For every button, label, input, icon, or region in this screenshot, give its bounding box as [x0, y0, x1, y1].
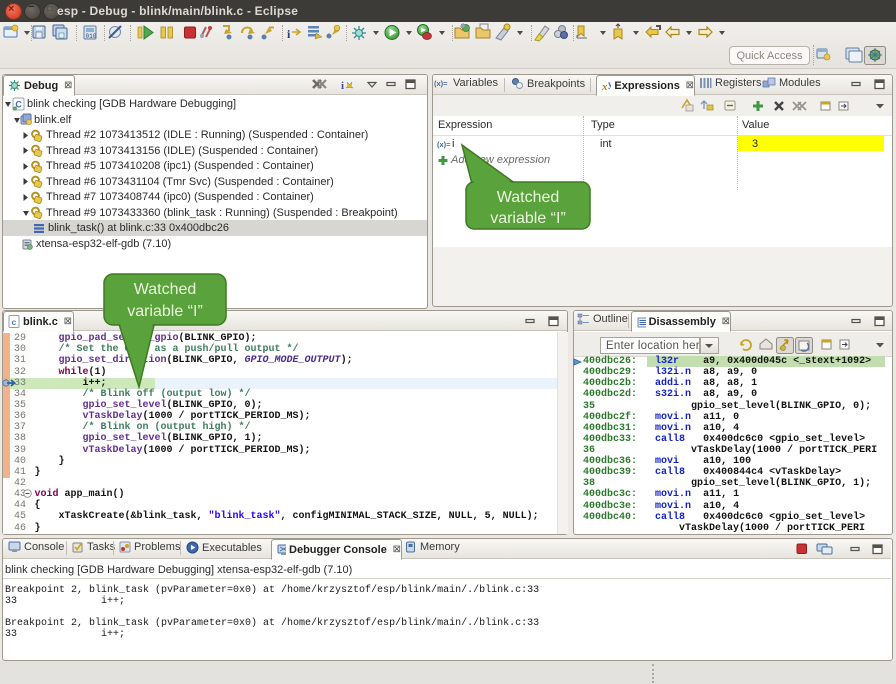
svg-text:variable “I”: variable “I” [127, 303, 203, 320]
svg-text:i: i [287, 27, 291, 41]
svg-text:variable “I”: variable “I” [490, 210, 566, 227]
svg-text:c: c [12, 317, 17, 327]
svg-text:Watched: Watched [134, 281, 197, 298]
svg-text:i: i [341, 80, 344, 92]
svg-text:(x)=: (x)= [434, 79, 448, 88]
svg-text:Watched: Watched [497, 189, 560, 206]
svg-text:010: 010 [86, 33, 97, 40]
svg-text:y: y [608, 79, 611, 89]
